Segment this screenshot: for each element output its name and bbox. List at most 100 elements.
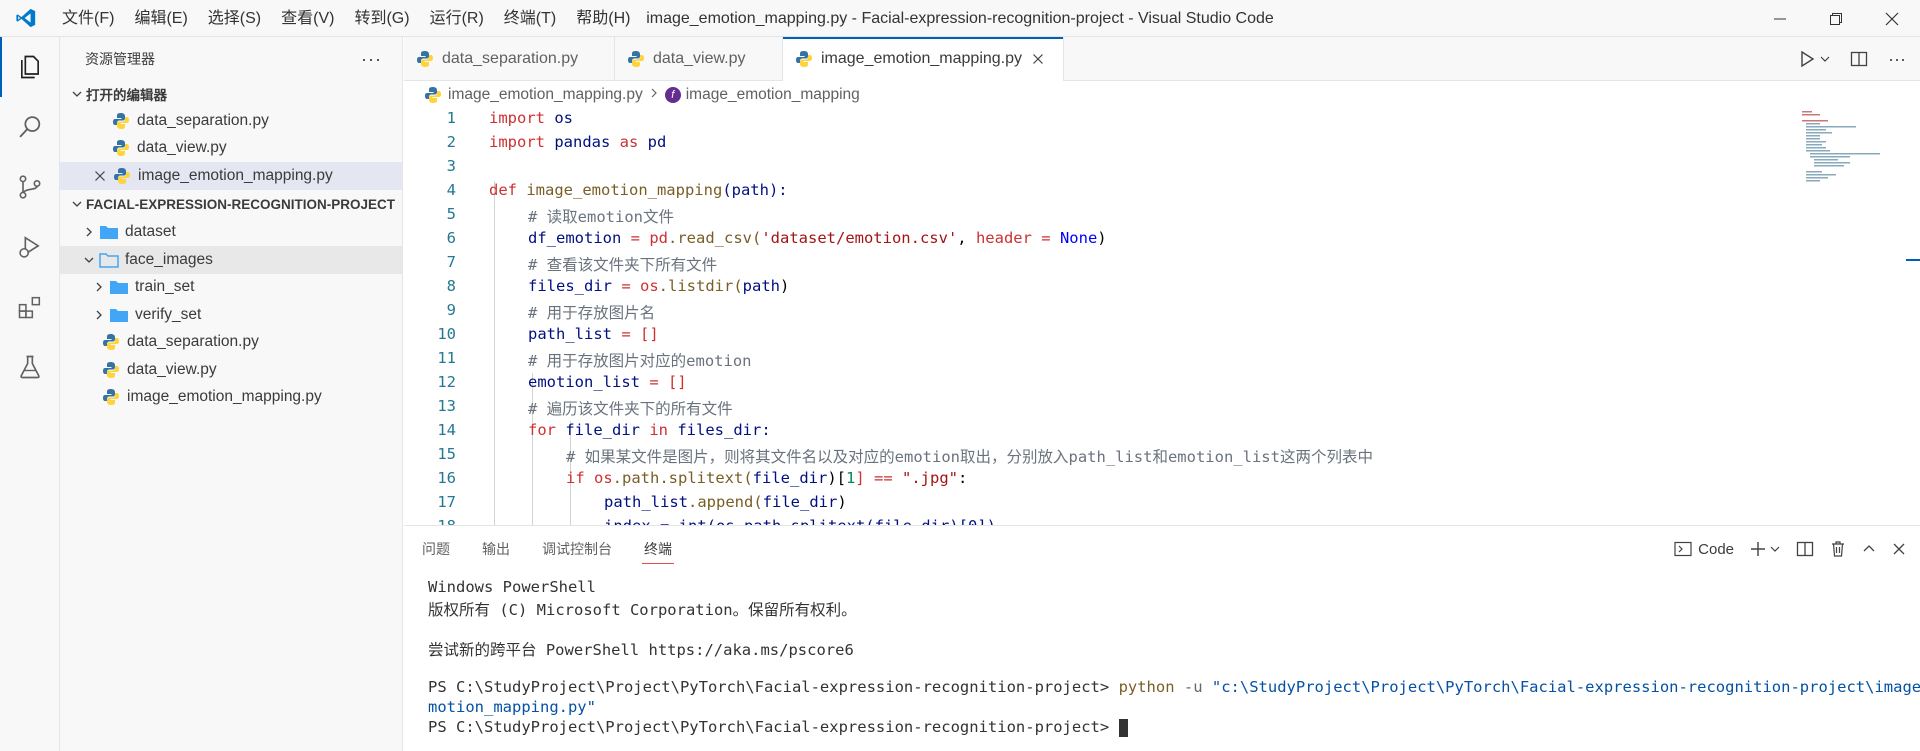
menu-file[interactable]: 文件(F): [52, 0, 124, 37]
line-number: 11: [437, 349, 456, 367]
terminal-line: PS C:\StudyProject\Project\PyTorch\Facia…: [428, 718, 1920, 738]
tree-label: data_separation.py: [127, 333, 259, 351]
play-icon: [1801, 50, 1815, 68]
tab-image-emotion-mapping[interactable]: image_emotion_mapping.py: [783, 37, 1064, 81]
source-control-icon: [19, 175, 41, 199]
menu-help[interactable]: 帮助(H): [566, 0, 640, 37]
search-icon: [19, 116, 41, 138]
open-editor-label: data_view.py: [137, 139, 227, 157]
tree-file[interactable]: data_view.py: [60, 356, 402, 384]
tree-file[interactable]: data_separation.py: [60, 329, 402, 357]
tab-problems[interactable]: 问题: [422, 526, 450, 572]
open-editor-item[interactable]: data_view.py: [60, 135, 402, 163]
close-icon: [1885, 12, 1899, 25]
tab-data-view[interactable]: data_view.py: [615, 37, 783, 81]
close-tab-icon[interactable]: [1032, 53, 1044, 65]
line-number: 7: [446, 253, 456, 271]
code-line: import os: [489, 109, 573, 127]
code-line: # 查看该文件夹下所有文件: [528, 256, 718, 274]
terminal-output[interactable]: Windows PowerShell 版权所有 (C) Microsoft Co…: [428, 578, 1920, 738]
tab-label: image_emotion_mapping.py: [821, 50, 1023, 67]
terminal-cursor: [1118, 718, 1128, 737]
tab-terminal[interactable]: 终端: [642, 526, 674, 572]
bottom-panel: 问题 输出 调试控制台 终端 Code Windows PowerShell 版…: [404, 525, 1920, 751]
python-file-icon: [110, 137, 132, 159]
python-file-icon: [416, 50, 434, 68]
menu-view[interactable]: 查看(V): [271, 0, 344, 37]
split-terminal-button[interactable]: [1796, 540, 1814, 558]
menu-selection[interactable]: 选择(S): [198, 0, 271, 37]
more-actions-button[interactable]: ···: [1888, 49, 1906, 70]
python-file-icon: [100, 359, 122, 381]
code-line: for file_dir in files_dir:: [528, 421, 771, 439]
breadcrumb-symbol[interactable]: image_emotion_mapping: [686, 86, 860, 104]
minimize-icon: [1774, 18, 1786, 19]
kill-terminal-button[interactable]: [1830, 540, 1846, 558]
run-debug-activity[interactable]: [0, 217, 60, 277]
menu-bar: 文件(F) 编辑(E) 选择(S) 查看(V) 转到(G) 运行(R) 终端(T…: [52, 0, 640, 37]
activity-bar: [0, 37, 60, 751]
line-number: 6: [446, 229, 456, 247]
open-editor-item[interactable]: data_separation.py: [60, 107, 402, 135]
code-line: def image_emotion_mapping(path):: [489, 181, 788, 199]
testing-activity[interactable]: [0, 337, 60, 397]
breadcrumb-file[interactable]: image_emotion_mapping.py: [448, 86, 643, 104]
chevron-right-icon: [80, 226, 98, 238]
menu-run[interactable]: 运行(R): [420, 0, 494, 37]
explorer-activity[interactable]: [0, 37, 60, 97]
more-actions-button[interactable]: ···: [361, 49, 382, 70]
tab-output[interactable]: 输出: [482, 526, 510, 572]
terminal-selector[interactable]: Code: [1674, 541, 1734, 558]
menu-edit[interactable]: 编辑(E): [124, 0, 197, 37]
chevron-down-icon: [68, 88, 86, 100]
editor-tabs: data_separation.py data_view.py image_em…: [404, 37, 1920, 81]
terminal-line: 版权所有 (C) Microsoft Corporation。保留所有权利。: [428, 601, 857, 619]
tree-folder-face-images[interactable]: face_images: [60, 246, 402, 274]
menu-terminal[interactable]: 终端(T): [494, 0, 566, 37]
chevron-down-icon: [80, 254, 98, 266]
tree-folder-train-set[interactable]: train_set: [60, 274, 402, 302]
indent-guide: [494, 181, 495, 525]
code-line: # 用于存放图片对应的emotion: [528, 352, 752, 370]
maximize-panel-button[interactable]: [1862, 542, 1876, 556]
minimap[interactable]: [1800, 109, 1890, 189]
open-editors-header[interactable]: 打开的编辑器: [60, 81, 402, 107]
tree-folder-dataset[interactable]: dataset: [60, 219, 402, 247]
terminal-icon: [1674, 541, 1692, 557]
project-header[interactable]: FACIAL-EXPRESSION-RECOGNITION-PROJECT: [60, 190, 402, 219]
vscode-logo-icon[interactable]: [0, 0, 52, 37]
line-number: 9: [446, 301, 456, 319]
python-file-icon: [795, 50, 813, 68]
tree-file[interactable]: image_emotion_mapping.py: [60, 384, 402, 412]
folder-icon: [98, 221, 120, 243]
extensions-activity[interactable]: [0, 277, 60, 337]
tree-label: verify_set: [135, 305, 202, 323]
tab-data-separation[interactable]: data_separation.py: [404, 37, 615, 81]
menu-go[interactable]: 转到(G): [344, 0, 419, 37]
folder-open-icon: [98, 249, 120, 271]
open-editor-item-active[interactable]: image_emotion_mapping.py: [60, 162, 402, 190]
close-window-button[interactable]: [1864, 0, 1920, 37]
open-editor-label: image_emotion_mapping.py: [138, 166, 333, 184]
split-editor-button[interactable]: [1850, 50, 1868, 68]
tab-label: data_view.py: [653, 50, 746, 67]
tree-folder-verify-set[interactable]: verify_set: [60, 301, 402, 329]
close-editor-icon[interactable]: [92, 170, 108, 182]
code-editor[interactable]: 1 import os 2 import pandas as pd 3 4 def i…: [404, 109, 1920, 525]
split-editor-icon: [1850, 51, 1868, 67]
editor-actions: ···: [1798, 37, 1920, 81]
breadcrumb: image_emotion_mapping.py f image_emotion…: [404, 81, 1920, 109]
terminal-line: PS C:\StudyProject\Project\PyTorch\Facia…: [428, 678, 1920, 696]
line-number: 15: [437, 445, 456, 463]
tree-label: dataset: [125, 223, 176, 241]
close-panel-button[interactable]: [1892, 542, 1906, 556]
minimize-button[interactable]: [1752, 0, 1808, 37]
new-terminal-button[interactable]: [1750, 541, 1780, 557]
search-activity[interactable]: [0, 97, 60, 157]
restore-button[interactable]: [1808, 0, 1864, 37]
run-button[interactable]: [1798, 50, 1830, 68]
python-file-icon: [100, 386, 122, 408]
project-label: FACIAL-EXPRESSION-RECOGNITION-PROJECT: [86, 196, 396, 212]
tab-debug-console[interactable]: 调试控制台: [542, 526, 612, 572]
source-control-activity[interactable]: [0, 157, 60, 217]
